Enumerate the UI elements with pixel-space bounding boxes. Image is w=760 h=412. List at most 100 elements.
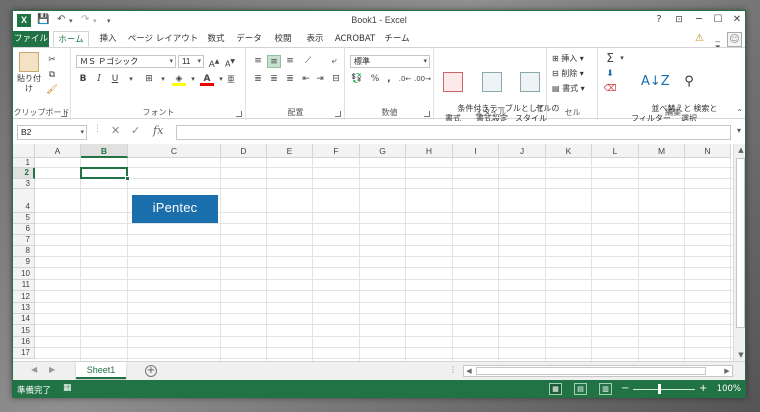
undo-icon[interactable]: ↶ bbox=[57, 14, 65, 25]
fill-icon[interactable]: ⬇ bbox=[603, 68, 617, 81]
row-header-10[interactable]: 10 bbox=[13, 268, 35, 280]
font-launcher-icon[interactable] bbox=[236, 111, 242, 117]
next-sheet-icon[interactable]: ▶ bbox=[49, 365, 55, 374]
previous-sheet-icon[interactable]: ◀ bbox=[31, 365, 37, 374]
increase-indent-icon[interactable]: ⇥ bbox=[313, 73, 327, 86]
increase-font-size-icon[interactable]: A▲ bbox=[207, 55, 221, 70]
macro-record-icon[interactable]: ▦ bbox=[63, 383, 72, 393]
italic-button[interactable]: I bbox=[92, 73, 106, 86]
wrap-text-icon[interactable]: ⤶ bbox=[327, 55, 341, 68]
minimize-button[interactable]: ─ bbox=[691, 13, 707, 27]
undo-dropdown-icon[interactable]: ▾ bbox=[69, 17, 73, 25]
bold-button[interactable]: B bbox=[76, 73, 90, 86]
horizontal-scroll-thumb[interactable] bbox=[476, 367, 706, 375]
row-header-3[interactable]: 3 bbox=[13, 179, 35, 189]
middle-align-icon[interactable]: ≡ bbox=[267, 55, 281, 68]
column-header-a[interactable]: A bbox=[35, 144, 81, 158]
insert-function-button[interactable]: fx bbox=[153, 124, 163, 137]
enter-entry-icon[interactable]: ✓ bbox=[131, 124, 140, 137]
underline-button[interactable]: U bbox=[108, 73, 122, 86]
column-header-b[interactable]: B bbox=[81, 144, 128, 158]
borders-icon[interactable]: ⊞ bbox=[142, 73, 156, 86]
maximize-button[interactable]: ☐ bbox=[710, 13, 726, 27]
vertical-scrollbar[interactable]: ▲ ▼ bbox=[733, 144, 745, 361]
fill-handle[interactable] bbox=[125, 176, 130, 181]
ribbon-display-options-button[interactable]: ⊡ bbox=[671, 13, 687, 27]
ipentec-logo-image[interactable]: iPentec bbox=[132, 195, 218, 223]
row-header-17[interactable]: 17 bbox=[13, 348, 35, 359]
bottom-align-icon[interactable]: ≡ bbox=[283, 55, 297, 68]
font-name-select[interactable]: ＭＳ Ｐゴシック ▾ bbox=[76, 55, 176, 68]
paste-button[interactable]: 貼り付け bbox=[15, 52, 43, 94]
orientation-icon[interactable]: ⟋ bbox=[301, 55, 315, 68]
save-icon[interactable]: 💾 bbox=[37, 14, 49, 25]
expand-formula-bar-icon[interactable]: ▾ bbox=[737, 126, 741, 135]
tab-team[interactable]: チーム bbox=[381, 31, 413, 47]
tab-acrobat[interactable]: ACROBAT bbox=[333, 31, 377, 47]
tab-split-grip-icon[interactable]: ⋮ bbox=[449, 365, 457, 374]
row-header-14[interactable]: 14 bbox=[13, 314, 35, 325]
fill-color-icon[interactable]: ◈ bbox=[172, 73, 186, 86]
decrease-indent-icon[interactable]: ⇤ bbox=[299, 73, 313, 86]
delete-cells-button[interactable]: ⊟ 削除 ▾ bbox=[552, 68, 584, 79]
fill-color-dropdown-icon[interactable]: ▾ bbox=[186, 73, 200, 86]
row-header-9[interactable]: 9 bbox=[13, 257, 35, 268]
row-header-16[interactable]: 16 bbox=[13, 337, 35, 348]
tab-page-layout[interactable]: ページ レイアウト bbox=[127, 31, 199, 47]
tab-formulas[interactable]: 数式 bbox=[201, 31, 231, 47]
zoom-slider-knob[interactable] bbox=[658, 384, 661, 394]
zoom-in-button[interactable]: + bbox=[699, 383, 707, 394]
font-color-icon[interactable]: A bbox=[200, 73, 214, 86]
merge-center-icon[interactable]: ⊟ bbox=[329, 73, 343, 86]
collapse-ribbon-icon[interactable]: ⌃ bbox=[736, 108, 743, 117]
currency-format-icon[interactable]: 💱 bbox=[350, 73, 364, 86]
add-sheet-button[interactable]: + bbox=[145, 365, 157, 377]
column-header-k[interactable]: K bbox=[546, 144, 592, 158]
zoom-out-button[interactable]: − bbox=[621, 383, 629, 394]
redo-icon[interactable]: ↷ bbox=[81, 14, 89, 25]
formula-input[interactable] bbox=[176, 125, 731, 140]
format-cells-button[interactable]: ▤ 書式 ▾ bbox=[552, 83, 585, 94]
row-header-4[interactable]: 4 bbox=[13, 189, 35, 213]
tab-data[interactable]: データ bbox=[233, 31, 265, 47]
column-header-c[interactable]: C bbox=[128, 144, 221, 158]
percent-style-button[interactable]: % bbox=[368, 73, 382, 86]
format-painter-icon[interactable]: 🖌 bbox=[45, 84, 59, 97]
zoom-level[interactable]: 100% bbox=[717, 384, 741, 394]
cancel-entry-icon[interactable]: ✕ bbox=[111, 124, 120, 137]
row-header-7[interactable]: 7 bbox=[13, 235, 35, 246]
row-header-2[interactable]: 2 bbox=[13, 168, 35, 179]
scroll-right-icon[interactable]: ▶ bbox=[722, 367, 732, 375]
column-header-l[interactable]: L bbox=[592, 144, 639, 158]
increase-decimal-icon[interactable]: .0← bbox=[398, 73, 412, 86]
number-format-select[interactable]: 標準 ▾ bbox=[350, 55, 430, 68]
row-header-5[interactable]: 5 bbox=[13, 213, 35, 224]
autosum-dropdown-icon[interactable]: ▾ bbox=[615, 52, 629, 65]
sheet-tab-sheet1[interactable]: Sheet1 bbox=[76, 362, 126, 379]
comma-style-button[interactable]: , bbox=[382, 73, 396, 86]
align-center-icon[interactable]: ≣ bbox=[267, 73, 281, 86]
column-header-i[interactable]: I bbox=[453, 144, 499, 158]
decrease-decimal-icon[interactable]: .00→ bbox=[414, 73, 431, 86]
align-left-icon[interactable]: ≣ bbox=[251, 73, 265, 86]
tab-file[interactable]: ファイル bbox=[13, 31, 49, 47]
align-right-icon[interactable]: ≣ bbox=[283, 73, 297, 86]
help-button[interactable]: ? bbox=[651, 13, 667, 27]
insert-cells-button[interactable]: ⊞ 挿入 ▾ bbox=[552, 53, 584, 64]
normal-view-icon[interactable]: ▦ bbox=[549, 383, 562, 395]
alignment-launcher-icon[interactable] bbox=[335, 111, 341, 117]
copy-icon[interactable]: ⧉ bbox=[45, 69, 59, 82]
customize-quick-access-icon[interactable]: ▾ bbox=[107, 17, 111, 25]
tab-home[interactable]: ホーム bbox=[53, 31, 89, 47]
number-launcher-icon[interactable] bbox=[424, 111, 430, 117]
scroll-left-icon[interactable]: ◀ bbox=[464, 367, 474, 375]
page-break-preview-icon[interactable]: ▥ bbox=[599, 383, 612, 395]
decrease-font-size-icon[interactable]: A▼ bbox=[223, 55, 237, 69]
column-header-j[interactable]: J bbox=[499, 144, 546, 158]
vertical-scroll-thumb[interactable] bbox=[736, 158, 745, 328]
close-button[interactable]: ✕ bbox=[729, 13, 745, 27]
row-header-13[interactable]: 13 bbox=[13, 303, 35, 314]
scroll-up-icon[interactable]: ▲ bbox=[734, 146, 745, 154]
row-header-6[interactable]: 6 bbox=[13, 224, 35, 235]
column-header-m[interactable]: M bbox=[639, 144, 685, 158]
